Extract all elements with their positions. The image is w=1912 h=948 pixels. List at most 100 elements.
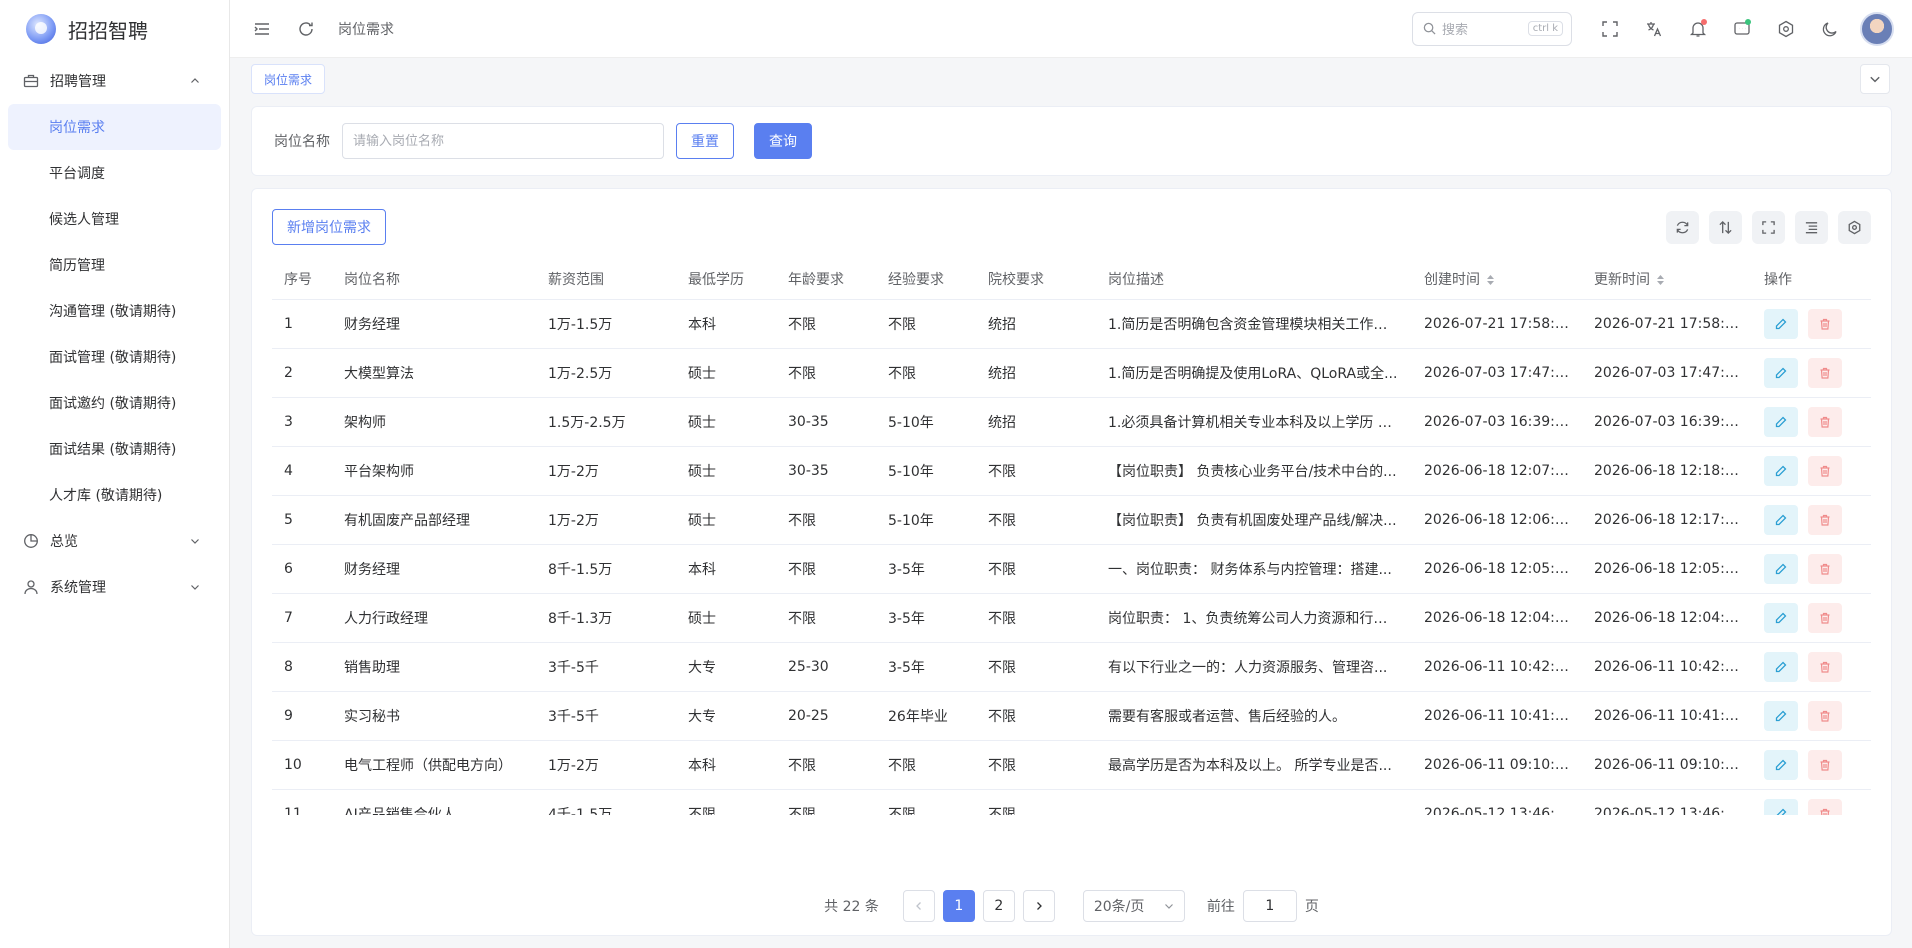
table-card: 新增岗位需求 序号 岗位名称 薪资范围 最低学历 年龄要求 经验要求 院校要求 … [251, 188, 1892, 936]
row-actions [1752, 642, 1871, 692]
table-cell: 1万-2万 [536, 495, 676, 545]
delete-button[interactable] [1808, 651, 1842, 682]
pencil-icon [1775, 318, 1787, 330]
message-icon[interactable] [1730, 17, 1754, 41]
table-cell: 2026-06-18 12:06:45 [1412, 495, 1582, 545]
density-sort-icon[interactable] [1709, 210, 1742, 244]
dark-mode-moon-icon[interactable] [1818, 17, 1842, 41]
delete-button[interactable] [1808, 553, 1842, 584]
add-job-button[interactable]: 新增岗位需求 [272, 209, 386, 245]
table-cell: 不限 [876, 348, 976, 398]
table-cell: 不限 [976, 593, 1096, 643]
trash-icon [1819, 563, 1831, 575]
user-avatar[interactable] [1860, 11, 1894, 46]
edit-button[interactable] [1764, 406, 1798, 437]
filter-label: 岗位名称 [274, 134, 330, 150]
table-cell: 不限 [776, 544, 876, 594]
edit-button[interactable] [1764, 357, 1798, 388]
sidebar-item-candidates[interactable]: 候选人管理 [0, 196, 229, 242]
pencil-icon [1775, 563, 1787, 575]
delete-button[interactable] [1808, 749, 1842, 780]
table-cell: 30-35 [776, 446, 876, 496]
column-header-created[interactable]: 创建时间 [1412, 259, 1582, 300]
refresh-icon[interactable] [294, 17, 318, 41]
filter-card: 岗位名称 重置 查询 [251, 106, 1892, 176]
global-search[interactable]: 搜索 ctrl k [1412, 11, 1572, 46]
table-cell: 不限 [876, 740, 976, 790]
row-actions [1752, 299, 1871, 349]
tags-dropdown-button[interactable] [1860, 64, 1890, 94]
column-settings-icon[interactable] [1795, 210, 1828, 244]
menu-toggle-icon[interactable] [250, 17, 274, 41]
edit-button[interactable] [1764, 553, 1798, 584]
table-cell: 需要有客服或者运营、售后经验的人。 [1096, 691, 1412, 741]
sidebar-item-resumes[interactable]: 简历管理 [0, 242, 229, 288]
delete-button[interactable] [1808, 406, 1842, 437]
sidebar-item-communication[interactable]: 沟通管理 (敬请期待) [0, 288, 229, 334]
delete-button[interactable] [1808, 455, 1842, 486]
trash-icon [1819, 759, 1831, 771]
table-settings-icon[interactable] [1838, 210, 1871, 244]
table-cell: 4千-1.5万 [536, 789, 676, 815]
edit-button[interactable] [1764, 798, 1798, 815]
fullscreen-icon[interactable] [1598, 17, 1622, 41]
sidebar-item-platform-dispatch[interactable]: 平台调度 [0, 150, 229, 196]
reset-button[interactable]: 重置 [676, 123, 734, 159]
table-row: 9 实习秘书 3千-5千 大专 20-25 26年毕业 不限 需要有客服或者运营、售后经验的人… [272, 691, 1871, 741]
table-cell: 5 [272, 495, 332, 545]
prev-page-button[interactable] [902, 890, 935, 922]
sidebar-item-interview-results[interactable]: 面试结果 (敬请期待) [0, 426, 229, 472]
edit-button[interactable] [1764, 455, 1798, 486]
delete-button[interactable] [1808, 700, 1842, 731]
table-cell: 1 [272, 299, 332, 349]
settings-hexagon-icon[interactable] [1774, 17, 1798, 41]
table-row: 8 销售助理 3千-5千 大专 25-30 3-5年 不限 有以下行业之一的：人力资源服务、管… [272, 642, 1871, 692]
sidebar-item-job-requirements[interactable]: 岗位需求 [8, 104, 221, 150]
table-cell: 2026-06-18 12:04:24 [1582, 593, 1752, 643]
sort-icon[interactable] [1656, 274, 1665, 286]
menu-group-recruitment[interactable]: 招聘管理 [0, 58, 229, 104]
table-fullscreen-icon[interactable] [1752, 210, 1785, 244]
notification-bell-icon[interactable] [1686, 17, 1710, 41]
table-cell: 2026-06-11 09:10:46 [1412, 740, 1582, 790]
next-page-button[interactable] [1022, 890, 1055, 922]
table-cell: 7 [272, 593, 332, 643]
edit-button[interactable] [1764, 504, 1798, 535]
query-button[interactable]: 查询 [754, 123, 812, 159]
page-button-2[interactable]: 2 [982, 890, 1015, 922]
table-row: 4 平台架构师 1万-2万 硕士 30-35 5-10年 不限 【岗位职责】 负责核心业务平台… [272, 446, 1871, 496]
menu-group-system[interactable]: 系统管理 [0, 564, 229, 610]
delete-button[interactable] [1808, 798, 1842, 815]
search-icon [1423, 22, 1436, 35]
edit-button[interactable] [1764, 308, 1798, 339]
edit-button[interactable] [1764, 651, 1798, 682]
job-name-input[interactable] [342, 123, 664, 159]
edit-button[interactable] [1764, 602, 1798, 633]
goto-page-input[interactable] [1242, 890, 1297, 922]
table-row: 2 大模型算法 1万-2.5万 硕士 不限 不限 统招 1.简历是否明确提及使用LoRA、QL… [272, 348, 1871, 398]
sidebar-item-talent-pool[interactable]: 人才库 (敬请期待) [0, 472, 229, 518]
translate-icon[interactable] [1642, 17, 1666, 41]
table-refresh-icon[interactable] [1666, 210, 1699, 244]
row-actions [1752, 397, 1871, 447]
column-header: 院校要求 [976, 259, 1096, 300]
sidebar-item-interview-invites[interactable]: 面试邀约 (敬请期待) [0, 380, 229, 426]
edit-button[interactable] [1764, 700, 1798, 731]
delete-button[interactable] [1808, 504, 1842, 535]
edit-button[interactable] [1764, 749, 1798, 780]
sidebar-item-interviews[interactable]: 面试管理 (敬请期待) [0, 334, 229, 380]
page-button-1[interactable]: 1 [942, 890, 975, 922]
delete-button[interactable] [1808, 357, 1842, 388]
delete-button[interactable] [1808, 602, 1842, 633]
table-cell: 岗位职责： 1、负责统筹公司人力资源和行政... [1096, 593, 1412, 643]
table-cell: 26年毕业 [876, 691, 976, 741]
column-header-updated[interactable]: 更新时间 [1582, 259, 1752, 300]
table-cell: 统招 [976, 299, 1096, 349]
menu-group-overview[interactable]: 总览 [0, 518, 229, 564]
delete-button[interactable] [1808, 308, 1842, 339]
table-cell: 本科 [676, 740, 776, 790]
tag-job-requirements[interactable]: 岗位需求 [251, 64, 326, 94]
sort-icon[interactable] [1486, 274, 1495, 286]
page-size-select[interactable]: 20条/页 [1082, 890, 1185, 922]
logo[interactable]: 招招智聘 [0, 0, 229, 58]
